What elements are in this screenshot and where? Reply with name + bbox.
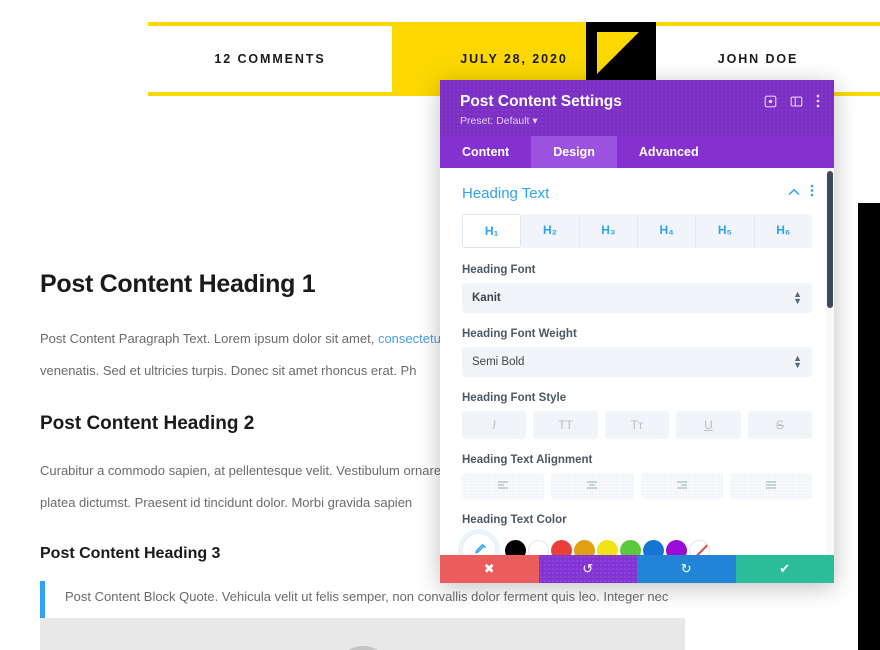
heading-font-weight-label: Heading Font Weight: [462, 328, 577, 340]
select-stepper-icon: ▲ ▼: [793, 353, 802, 370]
modal-header: Post Content Settings Preset: Default ▾: [440, 80, 834, 136]
align-center-button[interactable]: [551, 473, 634, 499]
heading-font-weight-select[interactable]: Semi Bold ▲ ▼: [462, 347, 812, 377]
section-kebab-menu-icon[interactable]: [810, 184, 814, 202]
tab-advanced[interactable]: Advanced: [617, 136, 721, 168]
modal-footer-actions: ✖ ↺ ↻ ✔: [440, 555, 834, 583]
underline-icon: U: [704, 418, 713, 432]
heading-level-tabs: H₁ H₂ H₃ H₄ H₅ H₆: [462, 214, 812, 248]
heading-font-style-label: Heading Font Style: [462, 392, 567, 404]
font-style-smallcaps-button[interactable]: Tт: [604, 411, 670, 439]
align-left-button[interactable]: [462, 473, 545, 499]
redo-button[interactable]: ↻: [637, 555, 736, 583]
modal-title: Post Content Settings: [460, 93, 622, 110]
heading-text-section-title: Heading Text: [462, 184, 550, 202]
font-style-italic-button[interactable]: I: [462, 411, 527, 439]
heading-level-h4[interactable]: H₄: [637, 214, 697, 248]
screen-root: 12 COMMENTS JULY 28, 2020 JOHN DOE Post …: [0, 0, 880, 650]
image-placeholder-circle: [334, 646, 391, 650]
heading-level-h5[interactable]: H₅: [696, 214, 755, 248]
select-stepper-icon: ▲ ▼: [793, 289, 802, 306]
heading-text-section-header[interactable]: Heading Text: [440, 168, 834, 214]
heading-font-style-group: I TT Tт U S: [462, 411, 813, 439]
heading-level-h1[interactable]: H₁: [462, 214, 522, 248]
layout-icon[interactable]: [790, 95, 803, 108]
target-icon[interactable]: [764, 95, 777, 108]
modal-scrollbar[interactable]: [826, 168, 834, 583]
close-button[interactable]: ✖: [440, 555, 539, 583]
modal-body: Heading Text H₁ H₂ H₃ H₄ H₅ H₆ Heading F…: [440, 168, 834, 583]
preset-caret-icon: ▾: [532, 115, 538, 127]
save-button[interactable]: ✔: [735, 555, 834, 583]
undo-button[interactable]: ↺: [538, 555, 637, 583]
post-image-placeholder: [40, 618, 685, 650]
modal-tab-bar: Content Design Advanced: [440, 136, 834, 168]
heading-text-alignment-group: [462, 473, 812, 499]
heading-font-select[interactable]: Kanit ▲ ▼: [462, 283, 812, 313]
italic-icon: I: [492, 418, 496, 432]
meta-comments[interactable]: 12 COMMENTS: [148, 26, 392, 92]
heading-text-alignment-label: Heading Text Alignment: [462, 454, 593, 466]
paragraph-1-text-before: Post Content Paragraph Text. Lorem ipsum…: [40, 331, 378, 346]
align-justify-button[interactable]: [729, 473, 812, 499]
heading-font-weight-value: Semi Bold: [472, 356, 525, 368]
triangle-logo-icon: [586, 22, 656, 84]
chevron-up-icon[interactable]: [788, 184, 800, 202]
tab-design[interactable]: Design: [531, 136, 617, 168]
heading-text-color-label: Heading Text Color: [462, 514, 567, 526]
tab-content[interactable]: Content: [440, 136, 531, 168]
modal-preset-label: Preset: Default: [460, 115, 530, 127]
heading-font-label: Heading Font: [462, 264, 536, 276]
heading-font-value: Kanit: [472, 292, 501, 304]
font-style-uppercase-button[interactable]: TT: [533, 411, 598, 439]
align-right-button[interactable]: [640, 473, 723, 499]
strikethrough-icon: S: [775, 418, 784, 432]
right-black-panel: [858, 203, 880, 650]
font-style-strikethrough-button[interactable]: S: [747, 411, 813, 439]
font-style-underline-button[interactable]: U: [676, 411, 741, 439]
post-content-settings-modal: Post Content Settings Preset: Default ▾: [440, 80, 834, 583]
heading-level-h6[interactable]: H₆: [754, 214, 812, 248]
heading-level-h2[interactable]: H₂: [521, 214, 580, 248]
modal-preset-selector[interactable]: Preset: Default ▾: [460, 115, 814, 127]
kebab-menu-icon[interactable]: [816, 94, 820, 108]
modal-scrollbar-thumb[interactable]: [827, 171, 833, 308]
heading-level-h3[interactable]: H₃: [579, 214, 638, 248]
